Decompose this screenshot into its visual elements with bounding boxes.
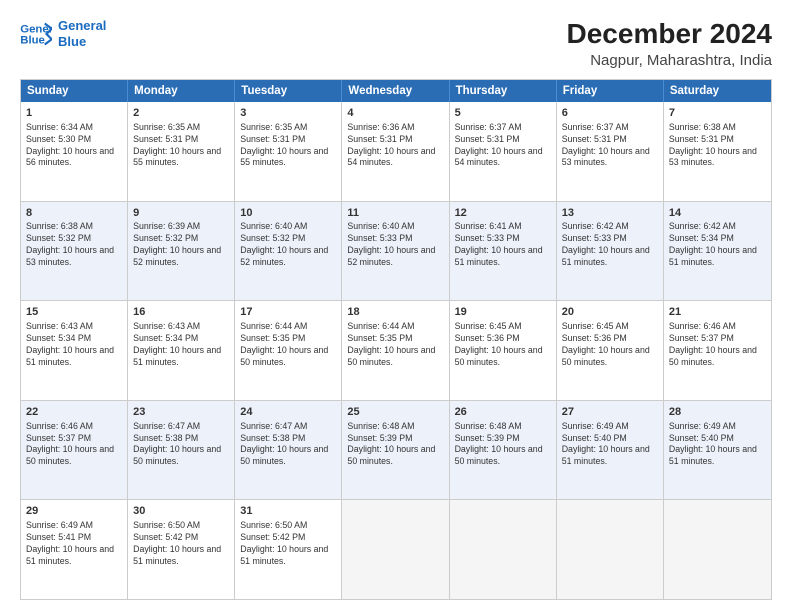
day-cell-30: 30Sunrise: 6:50 AMSunset: 5:42 PMDayligh… — [128, 500, 235, 599]
svg-text:Blue: Blue — [20, 34, 45, 46]
calendar-row-4: 22Sunrise: 6:46 AMSunset: 5:37 PMDayligh… — [21, 400, 771, 500]
day-cell-3: 3Sunrise: 6:35 AMSunset: 5:31 PMDaylight… — [235, 102, 342, 201]
day-cell-24: 24Sunrise: 6:47 AMSunset: 5:38 PMDayligh… — [235, 401, 342, 500]
day-cell-23: 23Sunrise: 6:47 AMSunset: 5:38 PMDayligh… — [128, 401, 235, 500]
day-cell-16: 16Sunrise: 6:43 AMSunset: 5:34 PMDayligh… — [128, 301, 235, 400]
day-cell-8: 8Sunrise: 6:38 AMSunset: 5:32 PMDaylight… — [21, 202, 128, 301]
logo-general: General — [58, 18, 106, 34]
calendar-body: 1Sunrise: 6:34 AMSunset: 5:30 PMDaylight… — [21, 102, 771, 599]
day-cell-31: 31Sunrise: 6:50 AMSunset: 5:42 PMDayligh… — [235, 500, 342, 599]
header-day-friday: Friday — [557, 80, 664, 102]
calendar: SundayMondayTuesdayWednesdayThursdayFrid… — [20, 79, 772, 600]
day-cell-7: 7Sunrise: 6:38 AMSunset: 5:31 PMDaylight… — [664, 102, 771, 201]
day-cell-27: 27Sunrise: 6:49 AMSunset: 5:40 PMDayligh… — [557, 401, 664, 500]
title-block: December 2024 Nagpur, Maharashtra, India — [567, 18, 772, 69]
empty-cell — [557, 500, 664, 599]
calendar-header: SundayMondayTuesdayWednesdayThursdayFrid… — [21, 80, 771, 102]
day-cell-20: 20Sunrise: 6:45 AMSunset: 5:36 PMDayligh… — [557, 301, 664, 400]
calendar-row-2: 8Sunrise: 6:38 AMSunset: 5:32 PMDaylight… — [21, 201, 771, 301]
main-title: December 2024 — [567, 18, 772, 50]
calendar-row-3: 15Sunrise: 6:43 AMSunset: 5:34 PMDayligh… — [21, 300, 771, 400]
header-day-wednesday: Wednesday — [342, 80, 449, 102]
logo: General Blue General Blue — [20, 18, 106, 49]
day-cell-5: 5Sunrise: 6:37 AMSunset: 5:31 PMDaylight… — [450, 102, 557, 201]
day-cell-15: 15Sunrise: 6:43 AMSunset: 5:34 PMDayligh… — [21, 301, 128, 400]
subtitle: Nagpur, Maharashtra, India — [567, 52, 772, 69]
day-cell-1: 1Sunrise: 6:34 AMSunset: 5:30 PMDaylight… — [21, 102, 128, 201]
day-cell-25: 25Sunrise: 6:48 AMSunset: 5:39 PMDayligh… — [342, 401, 449, 500]
calendar-row-5: 29Sunrise: 6:49 AMSunset: 5:41 PMDayligh… — [21, 499, 771, 599]
header: General Blue General Blue December 2024 … — [20, 18, 772, 69]
empty-cell — [342, 500, 449, 599]
day-cell-13: 13Sunrise: 6:42 AMSunset: 5:33 PMDayligh… — [557, 202, 664, 301]
empty-cell — [450, 500, 557, 599]
header-day-sunday: Sunday — [21, 80, 128, 102]
header-day-tuesday: Tuesday — [235, 80, 342, 102]
day-cell-11: 11Sunrise: 6:40 AMSunset: 5:33 PMDayligh… — [342, 202, 449, 301]
logo-icon: General Blue — [20, 20, 52, 48]
empty-cell — [664, 500, 771, 599]
day-cell-28: 28Sunrise: 6:49 AMSunset: 5:40 PMDayligh… — [664, 401, 771, 500]
day-cell-19: 19Sunrise: 6:45 AMSunset: 5:36 PMDayligh… — [450, 301, 557, 400]
page: General Blue General Blue December 2024 … — [0, 0, 792, 612]
header-day-saturday: Saturday — [664, 80, 771, 102]
day-cell-6: 6Sunrise: 6:37 AMSunset: 5:31 PMDaylight… — [557, 102, 664, 201]
day-cell-17: 17Sunrise: 6:44 AMSunset: 5:35 PMDayligh… — [235, 301, 342, 400]
day-cell-26: 26Sunrise: 6:48 AMSunset: 5:39 PMDayligh… — [450, 401, 557, 500]
day-cell-2: 2Sunrise: 6:35 AMSunset: 5:31 PMDaylight… — [128, 102, 235, 201]
logo-blue: Blue — [58, 34, 106, 50]
day-cell-10: 10Sunrise: 6:40 AMSunset: 5:32 PMDayligh… — [235, 202, 342, 301]
day-cell-29: 29Sunrise: 6:49 AMSunset: 5:41 PMDayligh… — [21, 500, 128, 599]
day-cell-4: 4Sunrise: 6:36 AMSunset: 5:31 PMDaylight… — [342, 102, 449, 201]
day-cell-9: 9Sunrise: 6:39 AMSunset: 5:32 PMDaylight… — [128, 202, 235, 301]
header-day-thursday: Thursday — [450, 80, 557, 102]
calendar-row-1: 1Sunrise: 6:34 AMSunset: 5:30 PMDaylight… — [21, 102, 771, 201]
header-day-monday: Monday — [128, 80, 235, 102]
day-cell-21: 21Sunrise: 6:46 AMSunset: 5:37 PMDayligh… — [664, 301, 771, 400]
day-cell-22: 22Sunrise: 6:46 AMSunset: 5:37 PMDayligh… — [21, 401, 128, 500]
day-cell-14: 14Sunrise: 6:42 AMSunset: 5:34 PMDayligh… — [664, 202, 771, 301]
day-cell-18: 18Sunrise: 6:44 AMSunset: 5:35 PMDayligh… — [342, 301, 449, 400]
day-cell-12: 12Sunrise: 6:41 AMSunset: 5:33 PMDayligh… — [450, 202, 557, 301]
